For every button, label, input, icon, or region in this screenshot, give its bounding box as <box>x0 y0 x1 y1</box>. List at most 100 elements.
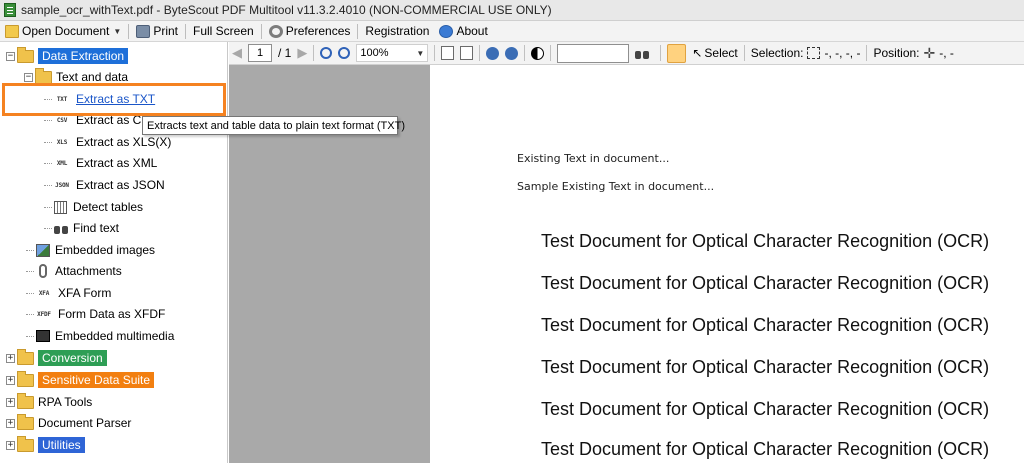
zoom-in-icon <box>338 47 351 59</box>
expand-icon[interactable]: + <box>6 397 15 407</box>
registration-button[interactable]: Registration <box>360 21 434 42</box>
full-screen-button[interactable]: Full Screen <box>188 21 259 42</box>
arrow-right-icon: ▶ <box>297 45 308 60</box>
film-icon <box>36 330 50 342</box>
main-toolbar: Open Document ▼ Print Full Screen Prefer… <box>0 21 1024 42</box>
binoculars-icon <box>54 222 68 234</box>
tree-item-extract-xls[interactable]: XLS Extract as XLS(X) <box>44 132 171 152</box>
image-icon <box>36 243 50 257</box>
open-document-button[interactable]: Open Document ▼ <box>0 21 126 42</box>
tree-item-form-data-xfdf[interactable]: XFDF Form Data as XFDF <box>26 304 165 324</box>
search-input[interactable] <box>557 43 630 63</box>
selection-readout: Selection: -, -, -, - <box>750 46 861 60</box>
search-field[interactable] <box>554 42 632 65</box>
ocr-text-line: Test Document for Optical Character Reco… <box>541 273 990 293</box>
rotate-right-button[interactable] <box>502 42 521 65</box>
tree-connector <box>44 206 52 208</box>
tree-connector <box>44 184 52 186</box>
chevron-down-icon: ▼ <box>416 48 425 58</box>
rotate-right-icon <box>505 46 519 60</box>
app-icon <box>4 3 16 17</box>
tree-connector <box>26 270 34 272</box>
tree-item-utilities[interactable]: + Utilities <box>6 435 85 455</box>
tree-connector <box>26 335 34 337</box>
position-readout: Position: ✛ -, - <box>873 44 954 61</box>
tree-item-embedded-multimedia[interactable]: Embedded multimedia <box>26 326 174 346</box>
expand-icon[interactable]: + <box>6 418 15 428</box>
crosshair-icon: ✛ <box>923 44 936 61</box>
collapse-icon[interactable]: − <box>24 72 33 82</box>
folder-icon <box>17 435 34 452</box>
prev-page-button[interactable]: ◀ <box>229 42 245 65</box>
fit-page-button[interactable] <box>438 42 457 65</box>
document-page: Existing Text in document... Sample Exis… <box>430 65 1024 463</box>
page-input[interactable]: 1 <box>248 44 272 62</box>
ocr-text-line: Test Document for Optical Character Reco… <box>541 315 990 335</box>
folder-icon <box>17 413 34 430</box>
hand-tool-button[interactable] <box>664 42 689 65</box>
paperclip-icon <box>39 264 47 278</box>
find-button[interactable] <box>632 42 657 65</box>
tools-tree: − Data Extraction − Text and data TXT Ex… <box>0 42 228 463</box>
toolbar-divider <box>185 23 186 39</box>
zoom-out-icon <box>320 47 333 59</box>
select-tool-button[interactable]: ↖ Select <box>689 42 740 65</box>
tree-item-find-text[interactable]: Find text <box>44 218 119 238</box>
tree-connector <box>44 227 52 229</box>
hand-icon <box>667 43 687 63</box>
tree-item-embedded-images[interactable]: Embedded images <box>26 240 155 260</box>
xfa-file-icon: XFA <box>38 289 50 297</box>
selection-icon <box>807 47 821 59</box>
about-button[interactable]: About <box>434 21 492 42</box>
json-file-icon: JSON <box>55 181 69 189</box>
toolbar-divider <box>550 45 552 61</box>
tree-item-rpa-tools[interactable]: + RPA Tools <box>6 392 92 412</box>
expand-icon[interactable]: + <box>6 440 15 450</box>
folder-icon <box>17 370 34 387</box>
existing-text-line: Existing Text in document... <box>517 152 670 165</box>
toolbar-divider <box>743 45 745 61</box>
printer-icon <box>136 24 151 38</box>
zoom-out-button[interactable] <box>317 42 335 65</box>
xfdf-file-icon: XFDF <box>37 310 51 318</box>
tree-item-sensitive-data-suite[interactable]: + Sensitive Data Suite <box>6 370 155 390</box>
cursor-icon: ↖ <box>692 46 703 60</box>
collapse-icon[interactable]: − <box>6 51 15 61</box>
tree-item-extract-xml[interactable]: XML Extract as XML <box>44 153 157 173</box>
toolbar-divider <box>660 45 662 61</box>
zoom-select[interactable]: 100% ▼ <box>353 42 431 65</box>
folder-icon <box>17 46 34 63</box>
tree-item-attachments[interactable]: Attachments <box>26 261 122 281</box>
info-icon <box>439 24 454 38</box>
existing-text-line: Sample Existing Text in document... <box>517 180 715 193</box>
tree-connector <box>26 313 34 315</box>
zoom-in-button[interactable] <box>335 42 353 65</box>
highlight-box <box>2 83 226 116</box>
folder-open-icon <box>5 24 19 38</box>
contrast-button[interactable] <box>528 42 547 65</box>
chevron-down-icon[interactable]: ▼ <box>113 27 121 36</box>
next-page-button[interactable]: ▶ <box>294 42 310 65</box>
zoom-value: 100% <box>360 47 389 59</box>
tree-item-xfa-form[interactable]: XFA XFA Form <box>26 283 111 303</box>
tree-item-detect-tables[interactable]: Detect tables <box>44 197 143 217</box>
folder-icon <box>35 67 52 84</box>
print-button[interactable]: Print <box>131 21 183 42</box>
tree-item-conversion[interactable]: + Conversion <box>6 348 107 368</box>
expand-icon[interactable]: + <box>6 375 15 385</box>
page-number-field[interactable]: 1 <box>245 42 275 65</box>
binoculars-icon <box>635 47 650 59</box>
preferences-button[interactable]: Preferences <box>264 21 356 42</box>
tree-item-document-parser[interactable]: + Document Parser <box>6 413 131 433</box>
folder-icon <box>17 392 34 409</box>
tree-item-extract-json[interactable]: JSON Extract as JSON <box>44 175 165 195</box>
toolbar-divider <box>313 45 315 61</box>
tree-connector <box>44 162 52 164</box>
expand-icon[interactable]: + <box>6 353 15 363</box>
ocr-text-line: Test Document for Optical Character Reco… <box>541 231 990 251</box>
ocr-text-line: Test Document for Optical Character Reco… <box>541 439 990 459</box>
fit-width-button[interactable] <box>457 42 476 65</box>
rotate-left-button[interactable] <box>483 42 502 65</box>
tree-item-data-extraction[interactable]: − Data Extraction <box>6 46 129 66</box>
toolbar-divider <box>260 23 262 39</box>
